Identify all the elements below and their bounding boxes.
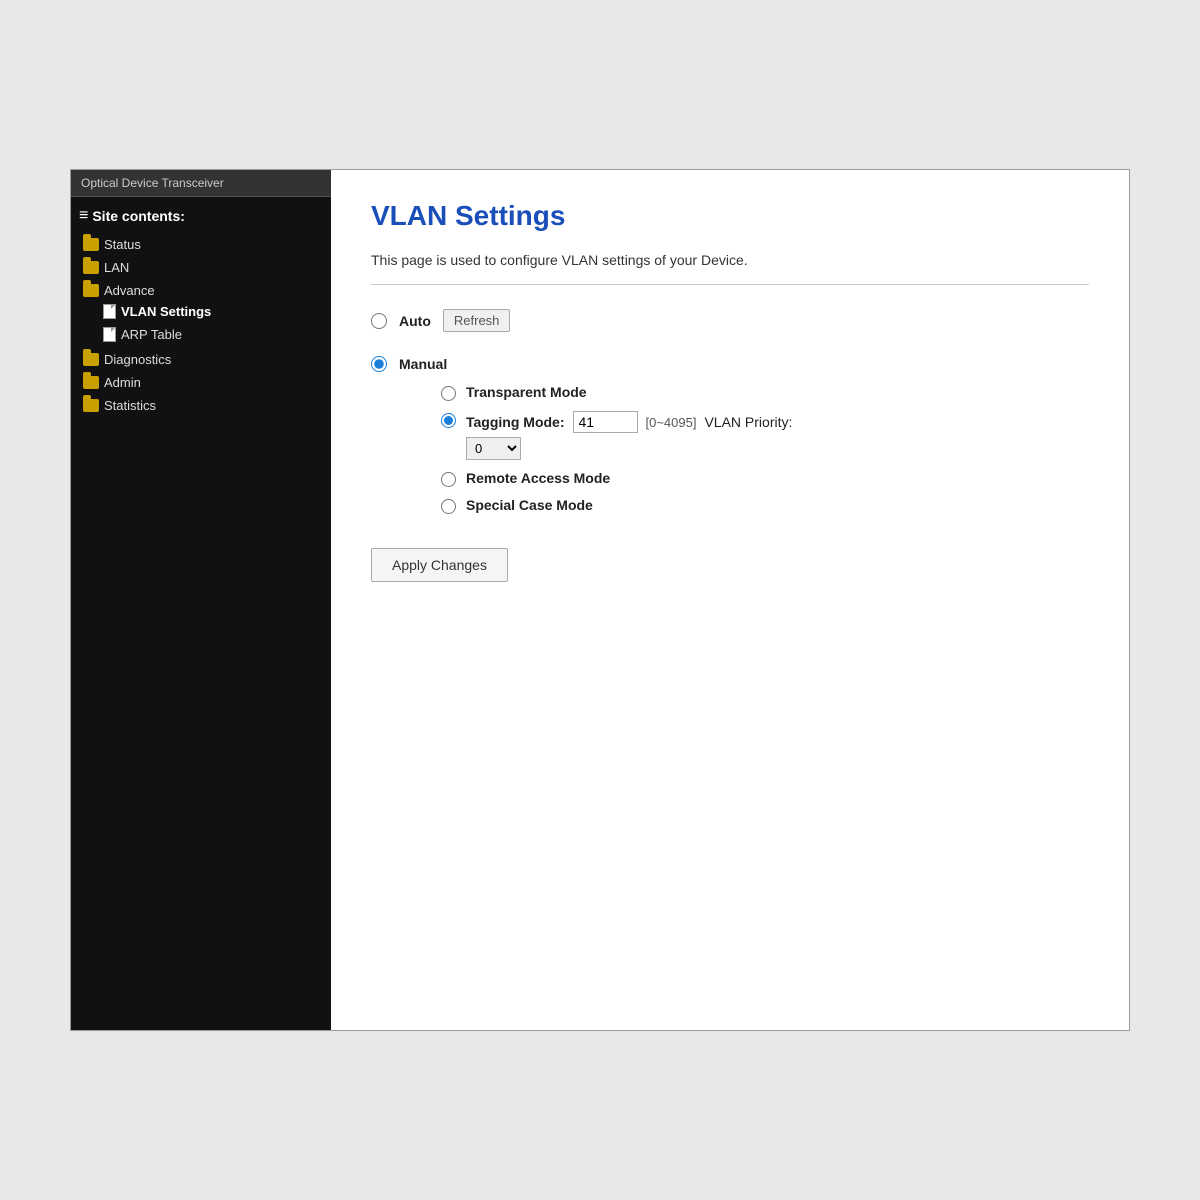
nav-item-arp-table[interactable]: ARP Table (99, 323, 323, 346)
special-case-radio-row: Special Case Mode (441, 497, 1089, 514)
tagging-radio-row: Tagging Mode: [0~4095] VLAN Priority: 0 … (441, 411, 1089, 460)
transparent-radio-row: Transparent Mode (441, 384, 1089, 401)
nav-item-diagnostics[interactable]: Diagnostics (79, 348, 323, 371)
nav-item-admin[interactable]: Admin (79, 371, 323, 394)
sidebar-header: Optical Device Transceiver (71, 170, 331, 197)
page-icon-arp (103, 327, 116, 342)
nav-label-status: Status (104, 237, 141, 252)
nav-item-vlan-settings[interactable]: VLAN Settings (99, 300, 323, 323)
tagging-radio[interactable] (441, 413, 456, 428)
auto-radio-row: Auto Refresh (371, 309, 1089, 332)
folder-icon-lan (83, 261, 99, 274)
auto-radio[interactable] (371, 313, 387, 329)
advance-sub-tree: VLAN Settings ARP Table (79, 300, 323, 346)
nav-label-admin: Admin (104, 375, 141, 390)
nav-item-status[interactable]: Status (79, 233, 323, 256)
transparent-label[interactable]: Transparent Mode (466, 384, 587, 400)
tagging-options-group: Tagging Mode: [0~4095] VLAN Priority: 0 … (466, 411, 792, 460)
folder-icon-statistics (83, 399, 99, 412)
manual-radio-row: Manual (371, 356, 1089, 372)
sidebar-header-text: Optical Device Transceiver (81, 176, 224, 190)
tagging-mode-label: Tagging Mode: (466, 414, 565, 430)
priority-select-row: 0 1 2 3 4 5 6 7 (466, 433, 792, 460)
apply-changes-button[interactable]: Apply Changes (371, 548, 508, 582)
remote-access-radio[interactable] (441, 472, 456, 487)
refresh-button[interactable]: Refresh (443, 309, 511, 332)
nav-label-statistics: Statistics (104, 398, 156, 413)
page-description: This page is used to configure VLAN sett… (371, 252, 1089, 268)
site-contents-title: Site contents: (79, 207, 323, 225)
nav-tree: Status LAN Advance (79, 233, 323, 417)
manual-sub-options: Transparent Mode Tagging Mode: [0~4095] … (441, 384, 1089, 514)
folder-icon-admin (83, 376, 99, 389)
page-title: VLAN Settings (371, 200, 1089, 232)
tagging-row: Tagging Mode: [0~4095] VLAN Priority: (466, 411, 792, 433)
tagging-range: [0~4095] (646, 415, 697, 430)
nav-label-vlan-settings: VLAN Settings (121, 304, 211, 319)
tagging-mode-input[interactable] (573, 411, 638, 433)
nav-label-advance: Advance (104, 283, 155, 298)
nav-item-advance[interactable]: Advance VLAN Settings ARP Ta (79, 279, 323, 348)
manual-section: Manual Transparent Mode Tagging Mode: [0 (371, 356, 1089, 514)
remote-access-radio-row: Remote Access Mode (441, 470, 1089, 487)
folder-icon-diagnostics (83, 353, 99, 366)
site-contents-label: Site contents: (92, 208, 185, 224)
nav-label-arp-table: ARP Table (121, 327, 182, 342)
page-icon-vlan (103, 304, 116, 319)
vlan-priority-label: VLAN Priority: (704, 414, 792, 430)
main-content: VLAN Settings This page is used to confi… (331, 170, 1129, 1030)
priority-select[interactable]: 0 1 2 3 4 5 6 7 (466, 437, 521, 460)
nav-item-statistics[interactable]: Statistics (79, 394, 323, 417)
auto-label[interactable]: Auto (399, 313, 431, 329)
manual-label[interactable]: Manual (399, 356, 447, 372)
nav-label-diagnostics: Diagnostics (104, 352, 171, 367)
browser-window: Optical Device Transceiver Site contents… (70, 169, 1130, 1031)
remote-access-label[interactable]: Remote Access Mode (466, 470, 610, 486)
sidebar-content: Site contents: Status LAN (71, 197, 331, 427)
folder-icon-status (83, 238, 99, 251)
transparent-radio[interactable] (441, 386, 456, 401)
nav-item-lan[interactable]: LAN (79, 256, 323, 279)
manual-radio[interactable] (371, 356, 387, 372)
special-case-label[interactable]: Special Case Mode (466, 497, 593, 513)
nav-label-lan: LAN (104, 260, 129, 275)
sidebar: Optical Device Transceiver Site contents… (71, 170, 331, 1030)
folder-icon-advance (83, 284, 99, 297)
special-case-radio[interactable] (441, 499, 456, 514)
section-divider (371, 284, 1089, 285)
